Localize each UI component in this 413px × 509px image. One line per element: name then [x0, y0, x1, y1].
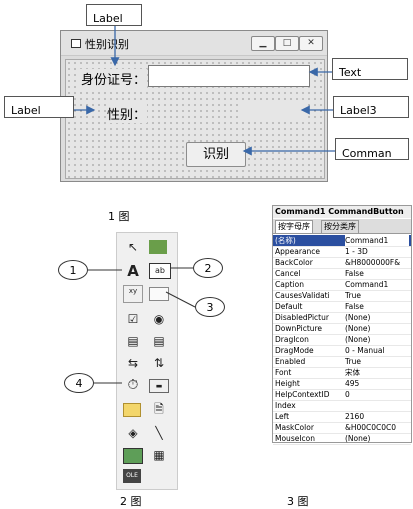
property-value[interactable]: &H8000000F&: [345, 257, 409, 268]
property-value[interactable]: False: [345, 301, 409, 312]
property-value[interactable]: (None): [345, 323, 409, 334]
property-value[interactable]: False: [345, 268, 409, 279]
property-name: (名称): [275, 236, 296, 245]
property-grid: (名称) Command1 Appearance 1 - 3D BackColor &H8…: [273, 235, 411, 445]
property-value[interactable]: 0 - Manual: [345, 345, 409, 356]
property-name: MaskColor: [275, 423, 314, 432]
property-name: Font: [275, 368, 292, 377]
property-value[interactable]: (None): [345, 334, 409, 345]
property-name: DragIcon: [275, 335, 309, 344]
property-name: DisabledPictur: [275, 313, 329, 322]
properties-window: Command1 CommandButton 按字母序 按分类序 (名称) Com…: [272, 205, 412, 445]
property-name: BackColor: [275, 258, 313, 267]
property-name: Default: [275, 302, 303, 311]
property-name: Enabled: [275, 357, 306, 366]
property-name: HelpContextID: [275, 390, 330, 399]
property-name: CausesValidati: [275, 291, 330, 300]
image-tool-icon[interactable]: [123, 448, 143, 464]
property-name: DragMode: [275, 346, 314, 355]
properties-tabs: 按字母序 按分类序: [273, 219, 411, 234]
shape-tool-icon[interactable]: ◈: [123, 423, 143, 443]
property-value[interactable]: 1 - 3D: [345, 246, 409, 257]
property-value[interactable]: Command1: [345, 235, 409, 246]
property-value[interactable]: 宋体: [345, 367, 409, 378]
figure1-caption: 1 图: [108, 210, 130, 223]
dirlistbox-tool-icon[interactable]: [123, 403, 141, 417]
property-value[interactable]: 0: [345, 389, 409, 400]
figure2-leader-lines: [88, 267, 196, 384]
property-value[interactable]: 2160: [345, 411, 409, 422]
property-value[interactable]: 495: [345, 378, 409, 389]
figure2-caption: 2 图: [120, 495, 142, 508]
property-value[interactable]: &H00C0C0C0: [345, 422, 409, 433]
properties-object-header[interactable]: Command1 CommandButton: [273, 206, 411, 218]
property-value[interactable]: Command1: [345, 279, 409, 290]
line-tool-icon[interactable]: ╲: [149, 423, 169, 443]
filelistbox-tool-icon[interactable]: 🗎: [149, 399, 169, 419]
property-value[interactable]: (None): [345, 312, 409, 323]
tab-alphabetic[interactable]: 按字母序: [275, 220, 313, 234]
property-name: Left: [275, 412, 290, 421]
property-name: Caption: [275, 280, 304, 289]
figure1-arrows: [74, 26, 335, 156]
property-name: MouseIcon: [275, 434, 316, 443]
tab-categorized[interactable]: 按分类序: [321, 220, 359, 234]
figure3-caption: 3 图: [287, 495, 309, 508]
property-name: DownPicture: [275, 324, 323, 333]
property-name: Index: [275, 401, 296, 410]
property-name: Appearance: [275, 247, 321, 256]
property-value[interactable]: True: [345, 290, 409, 301]
property-row[interactable]: MouseIcon (None): [273, 433, 411, 445]
property-name: Height: [275, 379, 300, 388]
data-tool-icon[interactable]: ▦: [149, 445, 169, 465]
property-value[interactable]: True: [345, 356, 409, 367]
property-name: Cancel: [275, 269, 301, 278]
ole-tool-icon[interactable]: OLE: [123, 469, 141, 483]
property-value[interactable]: (None): [345, 433, 409, 444]
